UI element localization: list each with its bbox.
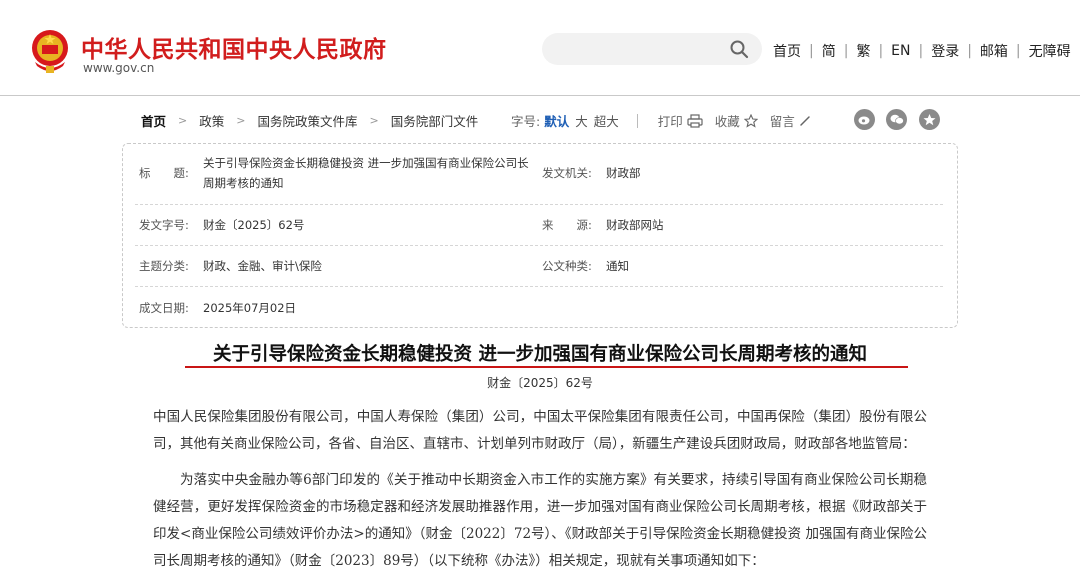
print-button[interactable]: 打印 xyxy=(658,111,703,130)
nav-separator: | xyxy=(843,43,849,59)
wechat-glyph-icon xyxy=(890,114,904,125)
font-size-default[interactable]: 默认 xyxy=(544,111,569,130)
topic-label: 主题分类: xyxy=(139,259,189,273)
favorite-label: 收藏 xyxy=(714,114,740,129)
chevron-right-icon: > xyxy=(236,114,246,127)
site-header: 中华人民共和国中央人民政府 www.gov.cn 首页 | 简 | 繁 | EN… xyxy=(0,0,1080,96)
title-label: 标 题: xyxy=(139,166,189,180)
breadcrumb-home[interactable]: 首页 xyxy=(141,111,166,130)
issuer-value: 财政部 xyxy=(606,166,641,180)
wechat-icon[interactable] xyxy=(886,109,907,130)
nav-mailbox-link[interactable]: 邮箱 xyxy=(980,41,1008,61)
star-glyph-icon xyxy=(923,114,936,126)
article-doc-number: 财金〔2025〕62号 xyxy=(487,376,593,390)
issuer-label: 发文机关: xyxy=(542,166,592,180)
document-info-table: 标 题: 关于引导保险资金长期稳健投资 进一步加强国有商业保险公司长周期考核的通… xyxy=(122,143,958,328)
breadcrumb-policy-library[interactable]: 国务院政策文件库 xyxy=(257,111,357,130)
site-title[interactable]: 中华人民共和国中央人民政府 xyxy=(81,30,387,64)
nav-english-link[interactable]: EN xyxy=(891,43,910,59)
info-row-docno: 发文字号: 财金〔2025〕62号 来 源: 财政部网站 xyxy=(135,205,943,246)
docno-value: 财金〔2025〕62号 xyxy=(203,218,305,232)
weibo-glyph-icon xyxy=(858,116,870,125)
breadcrumb-department-docs[interactable]: 国务院部门文件 xyxy=(391,111,479,130)
font-size-label: 字号: xyxy=(511,114,541,129)
chevron-right-icon: > xyxy=(369,114,379,127)
article-title: 关于引导保险资金长期稳健投资 进一步加强国有商业保险公司长周期考核的通知 xyxy=(213,344,867,365)
info-row-date: 成文日期: 2025年07月02日 xyxy=(135,287,943,328)
font-size-xlarge[interactable]: 超大 xyxy=(594,111,619,130)
docno-label: 发文字号: xyxy=(139,218,189,232)
nav-simplified-link[interactable]: 简 xyxy=(822,41,836,61)
type-label: 公文种类: xyxy=(542,259,592,273)
info-row-topic: 主题分类: 财政、金融、审计\保险 公文种类: 通知 xyxy=(135,246,943,287)
qzone-icon[interactable] xyxy=(919,109,940,130)
article-paragraph: 为落实中央金融办等6部门印发的《关于推动中长期资金入市工作的实施方案》有关要求，… xyxy=(153,472,927,569)
chevron-right-icon: > xyxy=(178,114,188,127)
type-value: 通知 xyxy=(606,259,629,273)
nav-separator: | xyxy=(809,43,814,59)
print-label: 打印 xyxy=(657,114,683,129)
article-tools: 字号: 默认 大 超大 打印 收藏 留言 xyxy=(511,111,823,130)
breadcrumb-policy[interactable]: 政策 xyxy=(199,111,224,130)
article-paragraph: 中国人民保险集团股份有限公司，中国人寿保险（集团）公司，中国太平保险集团有限责任… xyxy=(153,409,927,452)
date-value: 2025年07月02日 xyxy=(203,301,297,315)
source-label: 来 源: xyxy=(542,218,592,232)
nav-separator: | xyxy=(918,43,924,59)
info-row-title: 标 题: 关于引导保险资金长期稳健投资 进一步加强国有商业保险公司长周期考核的通… xyxy=(135,144,943,205)
site-url: www.gov.cn xyxy=(83,61,155,75)
favorite-button[interactable]: 收藏 xyxy=(715,111,758,130)
star-icon xyxy=(743,113,758,128)
weibo-icon[interactable] xyxy=(854,109,875,130)
divider xyxy=(636,113,638,128)
national-emblem-icon[interactable] xyxy=(29,28,71,74)
pencil-icon xyxy=(800,115,810,126)
title-value: 关于引导保险资金长期稳健投资 进一步加强国有商业保险公司长周期考核的通知 xyxy=(203,156,529,190)
nav-separator: | xyxy=(967,43,972,59)
topic-value: 财政、金融、审计\保险 xyxy=(203,259,322,273)
nav-separator: | xyxy=(1015,43,1021,59)
search-icon[interactable] xyxy=(729,39,749,59)
date-label: 成文日期: xyxy=(139,301,189,315)
font-size-large[interactable]: 大 xyxy=(575,111,588,130)
nav-accessibility-link[interactable]: 无障碍 xyxy=(1029,41,1071,61)
printer-icon xyxy=(687,113,703,128)
nav-traditional-link[interactable]: 繁 xyxy=(856,41,870,61)
title-underline xyxy=(185,366,908,368)
top-nav-links: 首页 | 简 | 繁 | EN | 登录 | 邮箱 | 无障碍 xyxy=(773,41,1071,61)
comment-label: 留言 xyxy=(769,114,795,129)
nav-separator: | xyxy=(878,43,884,59)
nav-home-link[interactable]: 首页 xyxy=(773,41,801,61)
source-value: 财政部网站 xyxy=(606,218,664,232)
comment-button[interactable]: 留言 xyxy=(770,111,811,130)
nav-login-link[interactable]: 登录 xyxy=(931,41,959,61)
breadcrumb: 首页 > 政策 > 国务院政策文件库 > 国务院部门文件 xyxy=(141,111,478,130)
